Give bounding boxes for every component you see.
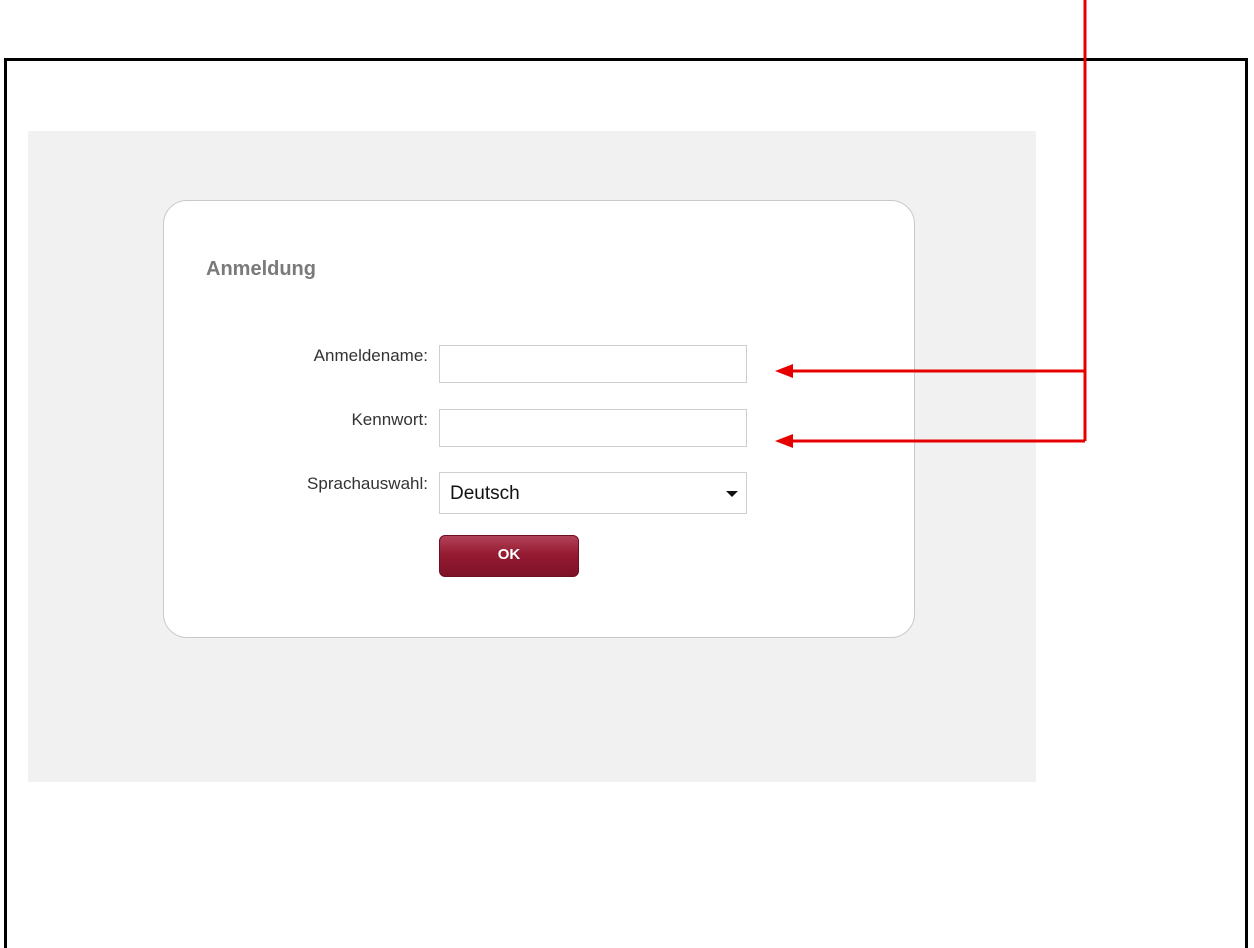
- annotation-lines: [790, 0, 1087, 443]
- arrow-left-icon: [775, 434, 793, 448]
- arrow-left-icon: [775, 364, 793, 378]
- annotation-arrows: [775, 0, 1087, 448]
